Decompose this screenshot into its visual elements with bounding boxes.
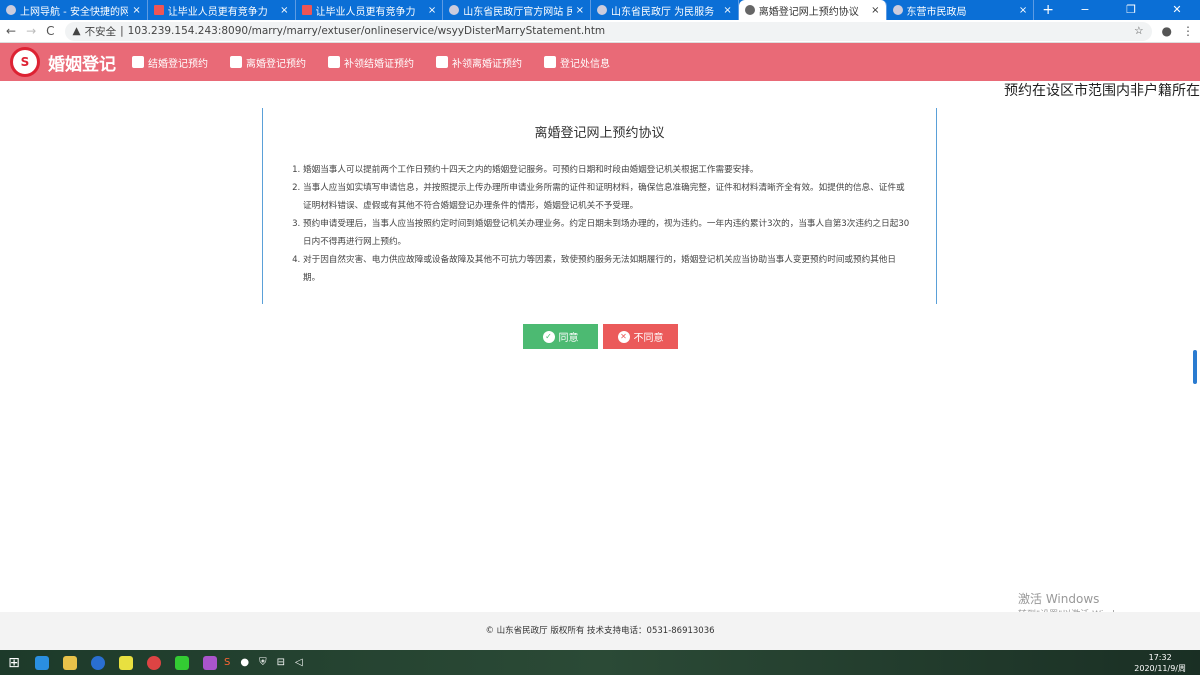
footer: © 山东省民政厅 版权所有 技术支持电话：0531-86913036 <box>0 612 1200 650</box>
nav-item-divorce[interactable]: 离婚登记预约 <box>230 55 306 70</box>
taskbar-app[interactable] <box>140 650 168 675</box>
home-icon <box>544 56 556 68</box>
sogou-browser-icon <box>91 655 105 670</box>
close-tab-icon[interactable]: × <box>723 5 731 16</box>
ime-icon[interactable]: S <box>224 657 230 668</box>
reload-icon[interactable]: C <box>46 24 54 38</box>
globe-icon <box>744 5 755 15</box>
network-icon[interactable]: ⊟ <box>277 657 285 668</box>
new-tab-button[interactable]: + <box>1034 0 1062 20</box>
nav-item-marriage[interactable]: 结婚登记预约 <box>132 55 208 70</box>
disagree-button[interactable]: ✕ 不同意 <box>603 324 678 349</box>
nav-item-office-info[interactable]: 登记处信息 <box>544 55 610 70</box>
logo: S <box>10 47 40 77</box>
back-icon[interactable]: ← <box>6 24 16 38</box>
agreement-title: 离婚登记网上预约协议 <box>534 126 665 141</box>
browser-tab[interactable]: 让毕业人员更有竞争力 × <box>296 0 444 20</box>
taskbar-app[interactable] <box>84 650 112 675</box>
close-tab-icon[interactable]: × <box>132 5 140 16</box>
site-nav: S 婚姻登记 结婚登记预约 离婚登记预约 补领结婚证预约 补领离婚证预约 登记处… <box>0 43 1200 81</box>
app-icon <box>203 655 217 670</box>
certificate-icon <box>436 56 448 68</box>
browser-tab[interactable]: 山东省民政厅 为民服务 × <box>591 0 739 20</box>
url-bar[interactable]: ▲ 不安全 | 103.239.154.243:8090/marry/marry/ex… <box>64 21 1152 41</box>
chrome-icon <box>147 655 161 670</box>
x-circle-icon: ✕ <box>617 330 630 343</box>
taskbar-app[interactable] <box>196 650 224 675</box>
menu-icon[interactable]: ⋮ <box>1182 24 1194 38</box>
favicon-icon <box>597 5 607 15</box>
shield-icon[interactable]: ⛨ <box>259 657 267 668</box>
scrollbar-thumb[interactable] <box>1193 350 1197 384</box>
taskbar: ⊞ S ● ⛨ ⊟ ◁ 17:32 2020/11/9/周 <box>0 650 1200 675</box>
certificate-icon <box>328 56 340 68</box>
brand-title: 婚姻登记 <box>48 54 116 75</box>
tab-strip: 上网导航 - 安全快捷的网址大全× 让毕业人员更有竞争力× 让毕业人员更有竞争力… <box>0 0 1200 20</box>
favicon-icon <box>153 5 164 15</box>
wechat-icon <box>175 655 189 670</box>
person-icon <box>230 56 242 68</box>
qq-icon[interactable]: ● <box>240 657 249 668</box>
favicon-icon <box>6 5 16 15</box>
close-tab-icon[interactable]: × <box>1019 5 1027 16</box>
start-button[interactable]: ⊞ <box>0 650 28 675</box>
close-window-icon[interactable]: ✕ <box>1154 0 1200 20</box>
check-circle-icon: ✓ <box>542 330 555 343</box>
warning-icon: ▲ <box>72 25 81 37</box>
close-tab-icon[interactable]: × <box>280 5 288 16</box>
clock[interactable]: 17:32 2020/11/9/周 <box>1134 652 1200 674</box>
close-tab-icon[interactable]: × <box>428 5 436 16</box>
favicon-icon <box>449 5 460 15</box>
maximize-icon[interactable]: ❐ <box>1108 0 1154 20</box>
forward-icon[interactable]: → <box>26 24 36 38</box>
taskbar-app[interactable] <box>28 650 56 675</box>
browser-tab[interactable]: 上网导航 - 安全快捷的网址大全× <box>0 0 148 20</box>
agreement-item: 预约申请受理后，当事人应当按照约定时间到婚姻登记机关办理业务。约定日期未到场办理… <box>303 215 910 251</box>
close-tab-icon[interactable]: × <box>871 5 879 16</box>
taskbar-app[interactable] <box>112 650 140 675</box>
notes-icon <box>119 655 133 670</box>
agree-button[interactable]: ✓ 同意 <box>523 324 598 349</box>
address-bar-row: ← → C ▲ 不安全 | 103.239.154.243:8090/marry/ma… <box>0 20 1200 43</box>
star-icon[interactable]: ☆ <box>1134 25 1143 37</box>
profile-icon[interactable]: ● <box>1162 24 1172 38</box>
minimize-icon[interactable]: − <box>1062 0 1108 20</box>
taskbar-app[interactable] <box>56 650 84 675</box>
browser-tab-active[interactable]: 离婚登记网上预约协议 × <box>738 0 887 20</box>
agreement-item: 婚姻当事人可以提前两个工作日预约十四天之内的婚姻登记服务。可预约日期和时段由婚姻… <box>303 161 910 179</box>
close-tab-icon[interactable]: × <box>576 5 584 16</box>
agreement-item: 对于因自然灾害、电力供应故障或设备故障及其他不可抗力等因素，致使预约服务无法如期… <box>303 251 910 287</box>
nav-item-reissue-divorce[interactable]: 补领离婚证预约 <box>436 55 522 70</box>
folder-icon <box>63 655 77 670</box>
volume-icon[interactable]: ◁ <box>295 657 303 668</box>
system-tray: S ● ⛨ ⊟ ◁ <box>224 657 303 668</box>
marquee-notice: 预约在设区市范围内非户籍所在 <box>1004 83 1200 99</box>
windows-icon: ⊞ <box>8 654 20 671</box>
agreement-item: 当事人应当如实填写申请信息，并按照提示上传办理所申请业务所需的证件和证明材料，确… <box>303 179 910 215</box>
nav-item-reissue-marriage[interactable]: 补领结婚证预约 <box>328 55 414 70</box>
agreement-panel: 离婚登记网上预约协议 婚姻当事人可以提前两个工作日预约十四天之内的婚姻登记服务。… <box>262 108 937 304</box>
browser-tab[interactable]: 让毕业人员更有竞争力 × <box>148 0 296 20</box>
favicon-icon <box>301 5 312 15</box>
favicon-icon <box>892 5 903 15</box>
browser-tab[interactable]: 山东省民政厅官方网站 民政服务× <box>443 0 591 20</box>
person-icon <box>132 56 144 68</box>
ie-icon <box>35 655 49 670</box>
browser-tab[interactable]: 东营市民政局 × <box>887 0 1035 20</box>
taskbar-app[interactable] <box>168 650 196 675</box>
